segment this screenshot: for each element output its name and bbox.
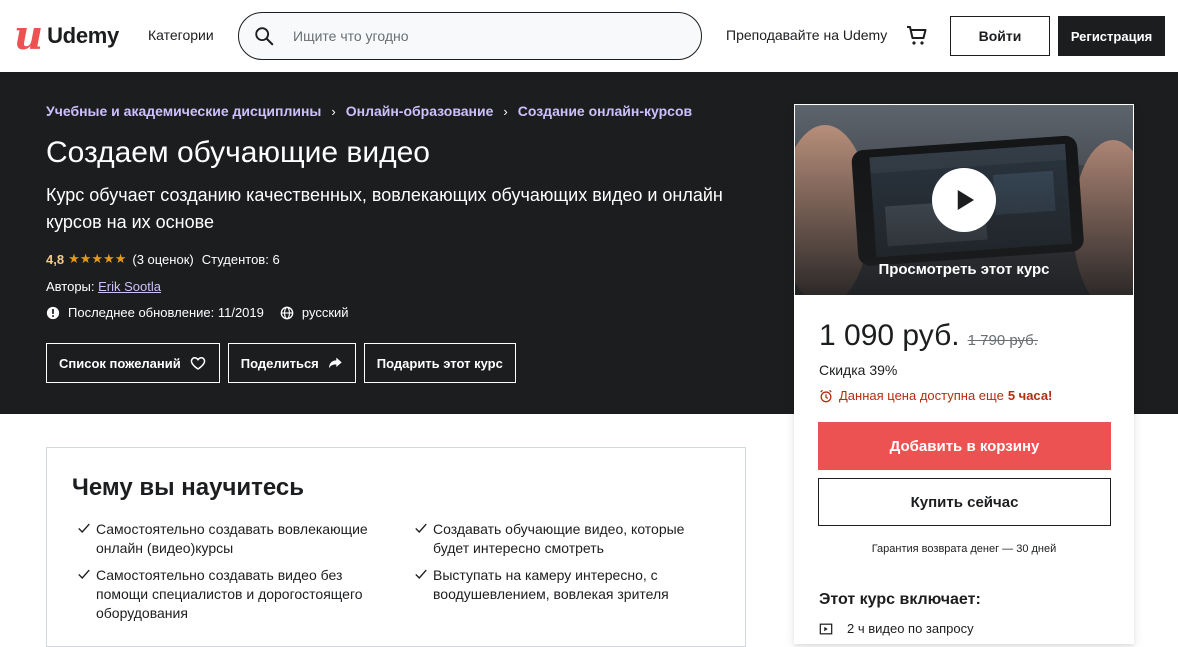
heart-icon — [190, 356, 206, 370]
wishlist-button[interactable]: Список пожеланий — [46, 343, 220, 383]
cart-icon[interactable] — [905, 24, 929, 53]
udemy-logo-text: Udemy — [47, 23, 119, 48]
chevron-right-icon: › — [503, 103, 508, 119]
author-link[interactable]: Erik Sootla — [98, 279, 161, 294]
learn-item-text: Создавать обучающие видео, которые будет… — [433, 521, 685, 556]
categories-menu[interactable]: Категории — [148, 27, 214, 43]
preview-label: Просмотреть этот курс — [878, 261, 1050, 278]
price-row: 1 090 руб. 1 790 руб. — [819, 319, 1038, 353]
chevron-right-icon: › — [331, 103, 336, 119]
current-price: 1 090 руб. — [819, 319, 960, 352]
buy-now-button[interactable]: Купить сейчас — [818, 478, 1111, 526]
learn-item: Самостоятельно создавать вовлекающие онл… — [72, 520, 372, 558]
wishlist-label: Список пожеланий — [59, 355, 181, 371]
share-arrow-icon — [328, 357, 342, 369]
learn-title: Чему вы научитесь — [72, 474, 305, 501]
top-header: u Udemy Категории Преподавайте на Udemy … — [0, 0, 1178, 72]
search-input[interactable] — [293, 28, 673, 44]
signup-button[interactable]: Регистрация — [1058, 16, 1165, 56]
authors-label: Авторы: — [46, 279, 95, 294]
share-button[interactable]: Поделиться — [227, 343, 356, 383]
udemy-logo[interactable]: u Udemy — [14, 12, 119, 59]
money-back-guarantee: Гарантия возврата денег — 30 дней — [871, 543, 1057, 555]
breadcrumb: Учебные и академические дисциплины › Онл… — [46, 103, 692, 119]
share-label: Поделиться — [240, 355, 319, 371]
star-rating-icon: ★★★★★ — [68, 251, 127, 266]
breadcrumb-item[interactable]: Учебные и академические дисциплины — [46, 103, 321, 119]
rating-count[interactable]: (3 оценок) — [132, 252, 193, 267]
check-icon — [415, 523, 427, 533]
learn-item: Выступать на камеру интересно, с воодуше… — [409, 566, 709, 604]
play-icon — [957, 190, 974, 210]
students-count: Студентов: 6 — [201, 251, 280, 267]
add-to-cart-button[interactable]: Добавить в корзину — [818, 422, 1111, 470]
gift-label: Подарить этот курс — [376, 355, 503, 371]
what-you-will-learn: Чему вы научитесь Самостоятельно создава… — [46, 447, 746, 647]
course-title: Создаем обучающие видео — [46, 136, 430, 169]
play-button[interactable] — [932, 168, 996, 232]
gift-course-button[interactable]: Подарить этот курс — [363, 343, 516, 383]
learn-item-text: Самостоятельно создавать видео без помощ… — [96, 567, 363, 621]
original-price: 1 790 руб. — [967, 332, 1038, 349]
globe-icon — [280, 306, 294, 319]
language-text: русский — [301, 305, 349, 320]
check-icon — [78, 569, 90, 579]
breadcrumb-item[interactable]: Онлайн-образование — [346, 103, 494, 119]
includes-title: Этот курс включает: — [819, 591, 981, 608]
course-preview[interactable]: Просмотреть этот курс — [795, 105, 1133, 295]
learn-item: Самостоятельно создавать видео без помощ… — [72, 566, 372, 623]
last-updated: Последнее обновление: 11/2019 — [46, 305, 264, 320]
video-icon — [819, 623, 833, 634]
includes-item-text: 2 ч видео по запросу — [847, 621, 974, 636]
discount-timer: Данная цена доступна еще 5 часа! — [819, 388, 1052, 403]
course-meta: Последнее обновление: 11/2019 русский — [46, 305, 365, 320]
timer-hours: 5 часа! — [1007, 388, 1053, 403]
search-icon[interactable] — [253, 25, 275, 47]
check-icon — [415, 569, 427, 579]
search-bar — [238, 12, 702, 60]
timer-text: Данная цена доступна еще — [839, 388, 1004, 403]
learn-item-text: Самостоятельно создавать вовлекающие онл… — [96, 521, 368, 556]
learn-item-text: Выступать на камеру интересно, с воодуше… — [433, 567, 669, 602]
authors-row: Авторы: Erik Sootla — [46, 279, 161, 294]
alert-badge-icon — [46, 306, 60, 319]
check-icon — [78, 523, 90, 533]
rating-row: 4,8 ★★★★★ (3 оценок) Студентов: 6 — [46, 251, 280, 267]
last-updated-text: Последнее обновление: 11/2019 — [68, 305, 264, 320]
teach-on-udemy-link[interactable]: Преподавайте на Udemy — [726, 27, 887, 43]
rating-value: 4,8 — [46, 251, 65, 267]
udemy-logo-mark: u — [14, 12, 44, 59]
learn-item: Создавать обучающие видео, которые будет… — [409, 520, 709, 558]
course-subtitle: Курс обучает созданию качественных, вовл… — [46, 185, 723, 232]
alarm-clock-icon — [820, 389, 832, 402]
course-language: русский — [280, 305, 349, 320]
course-actions: Список пожеланий Поделиться Подарить это… — [46, 343, 524, 383]
purchase-card: Просмотреть этот курс 1 090 руб. 1 790 р… — [794, 104, 1134, 644]
breadcrumb-item[interactable]: Создание онлайн-курсов — [518, 103, 692, 119]
includes-item: 2 ч видео по запросу — [819, 621, 974, 636]
discount-percent: Скидка 39% — [819, 362, 898, 378]
login-button[interactable]: Войти — [950, 16, 1050, 56]
